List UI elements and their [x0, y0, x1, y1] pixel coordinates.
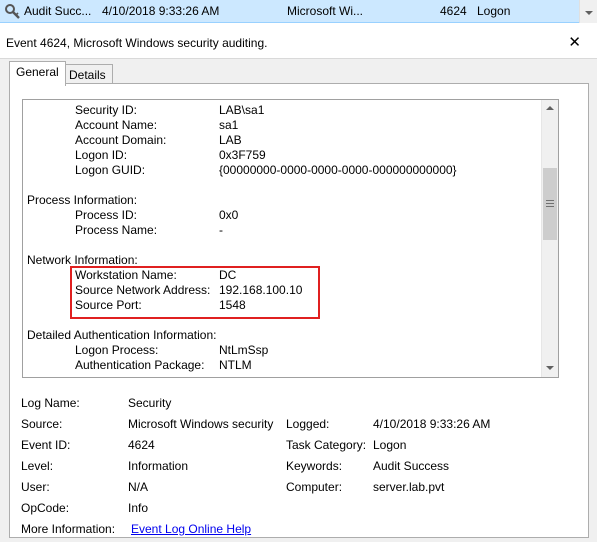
field-value: LAB	[219, 133, 242, 147]
user-value: N/A	[128, 480, 149, 494]
field-value: -	[219, 223, 223, 237]
log-name-value: Security	[128, 396, 172, 410]
tab-general[interactable]: General	[9, 61, 66, 86]
event-date-cell: 4/10/2018 9:33:26 AM	[102, 4, 220, 18]
field-value: 192.168.100.10	[219, 283, 303, 297]
field-label: Logon ID:	[75, 148, 128, 162]
computer-label: Computer:	[286, 480, 343, 494]
field-label: Workstation Name:	[75, 268, 177, 282]
field-value: 0x3F759	[219, 148, 266, 162]
field-value: sa1	[219, 118, 239, 132]
event-category-cell: Logon	[477, 4, 511, 18]
field-value: 0x0	[219, 208, 239, 222]
logged-value: 4/10/2018 9:33:26 AM	[373, 417, 491, 431]
field-label: Account Name:	[75, 118, 158, 132]
event-details-panel: General Details Security ID: LAB\sa1 Acc…	[0, 59, 597, 542]
scroll-up-arrow-icon[interactable]	[542, 100, 558, 117]
tab-general-label: General	[16, 65, 59, 79]
field-label: Logon Process:	[75, 343, 159, 357]
opcode-label: OpCode:	[21, 501, 70, 515]
field-label: Authentication Package:	[75, 358, 205, 372]
process-info-heading: Process Information:	[27, 193, 138, 207]
tab-details-label: Details	[69, 68, 106, 82]
event-list-row[interactable]: Audit Succ... 4/10/2018 9:33:26 AM Micro…	[0, 0, 597, 23]
field-label: Security ID:	[75, 103, 138, 117]
event-source-cell: Microsoft Wi...	[287, 4, 364, 18]
field-value: DC	[219, 268, 237, 282]
general-tab-content: Security ID: LAB\sa1 Account Name: sa1 A…	[9, 83, 589, 538]
level-label: Level:	[21, 459, 54, 473]
field-value: 1548	[219, 298, 246, 312]
source-label: Source:	[21, 417, 63, 431]
description-scrollbar[interactable]	[541, 100, 558, 377]
computer-value: server.lab.pvt	[373, 480, 445, 494]
event-level-cell: Audit Succ...	[24, 4, 92, 18]
field-label: Process Name:	[75, 223, 158, 237]
task-category-value: Logon	[373, 438, 407, 452]
list-scroll-down-button[interactable]	[579, 0, 597, 23]
level-value: Information	[128, 459, 189, 473]
event-description-box[interactable]: Security ID: LAB\sa1 Account Name: sa1 A…	[22, 99, 559, 378]
more-info-label: More Information:	[21, 522, 116, 536]
event-log-online-help-link[interactable]: Event Log Online Help	[131, 522, 251, 536]
audit-success-key-icon	[5, 4, 20, 19]
task-category-label: Task Category:	[286, 438, 367, 452]
event-id-value: 4624	[128, 438, 155, 452]
scroll-down-arrow-icon[interactable]	[542, 360, 558, 377]
scrollbar-thumb[interactable]	[543, 168, 557, 240]
field-label: Logon GUID:	[75, 163, 146, 177]
event-header: Event 4624, Microsoft Windows security a…	[0, 25, 597, 59]
keywords-value: Audit Success	[373, 459, 450, 473]
close-icon[interactable]: ✕	[568, 33, 581, 51]
opcode-value: Info	[128, 501, 149, 515]
source-value: Microsoft Windows security	[128, 417, 274, 431]
keywords-label: Keywords:	[286, 459, 343, 473]
event-title: Event 4624, Microsoft Windows security a…	[6, 36, 268, 50]
auth-info-heading: Detailed Authentication Information:	[27, 328, 217, 342]
user-label: User:	[21, 480, 50, 494]
field-label: Source Network Address:	[75, 283, 211, 297]
network-info-heading: Network Information:	[27, 253, 138, 267]
field-value: {00000000-0000-0000-0000-000000000000}	[219, 163, 457, 177]
field-label: Account Domain:	[75, 133, 167, 147]
field-value: NtLmSsp	[219, 343, 269, 357]
field-label: Source Port:	[75, 298, 142, 312]
field-value: NTLM	[219, 358, 252, 372]
event-id-label: Event ID:	[21, 438, 71, 452]
field-value: LAB\sa1	[219, 103, 265, 117]
field-label: Process ID:	[75, 208, 138, 222]
log-name-label: Log Name:	[21, 396, 80, 410]
event-id-cell: 4624	[440, 4, 467, 18]
logged-label: Logged:	[286, 417, 330, 431]
